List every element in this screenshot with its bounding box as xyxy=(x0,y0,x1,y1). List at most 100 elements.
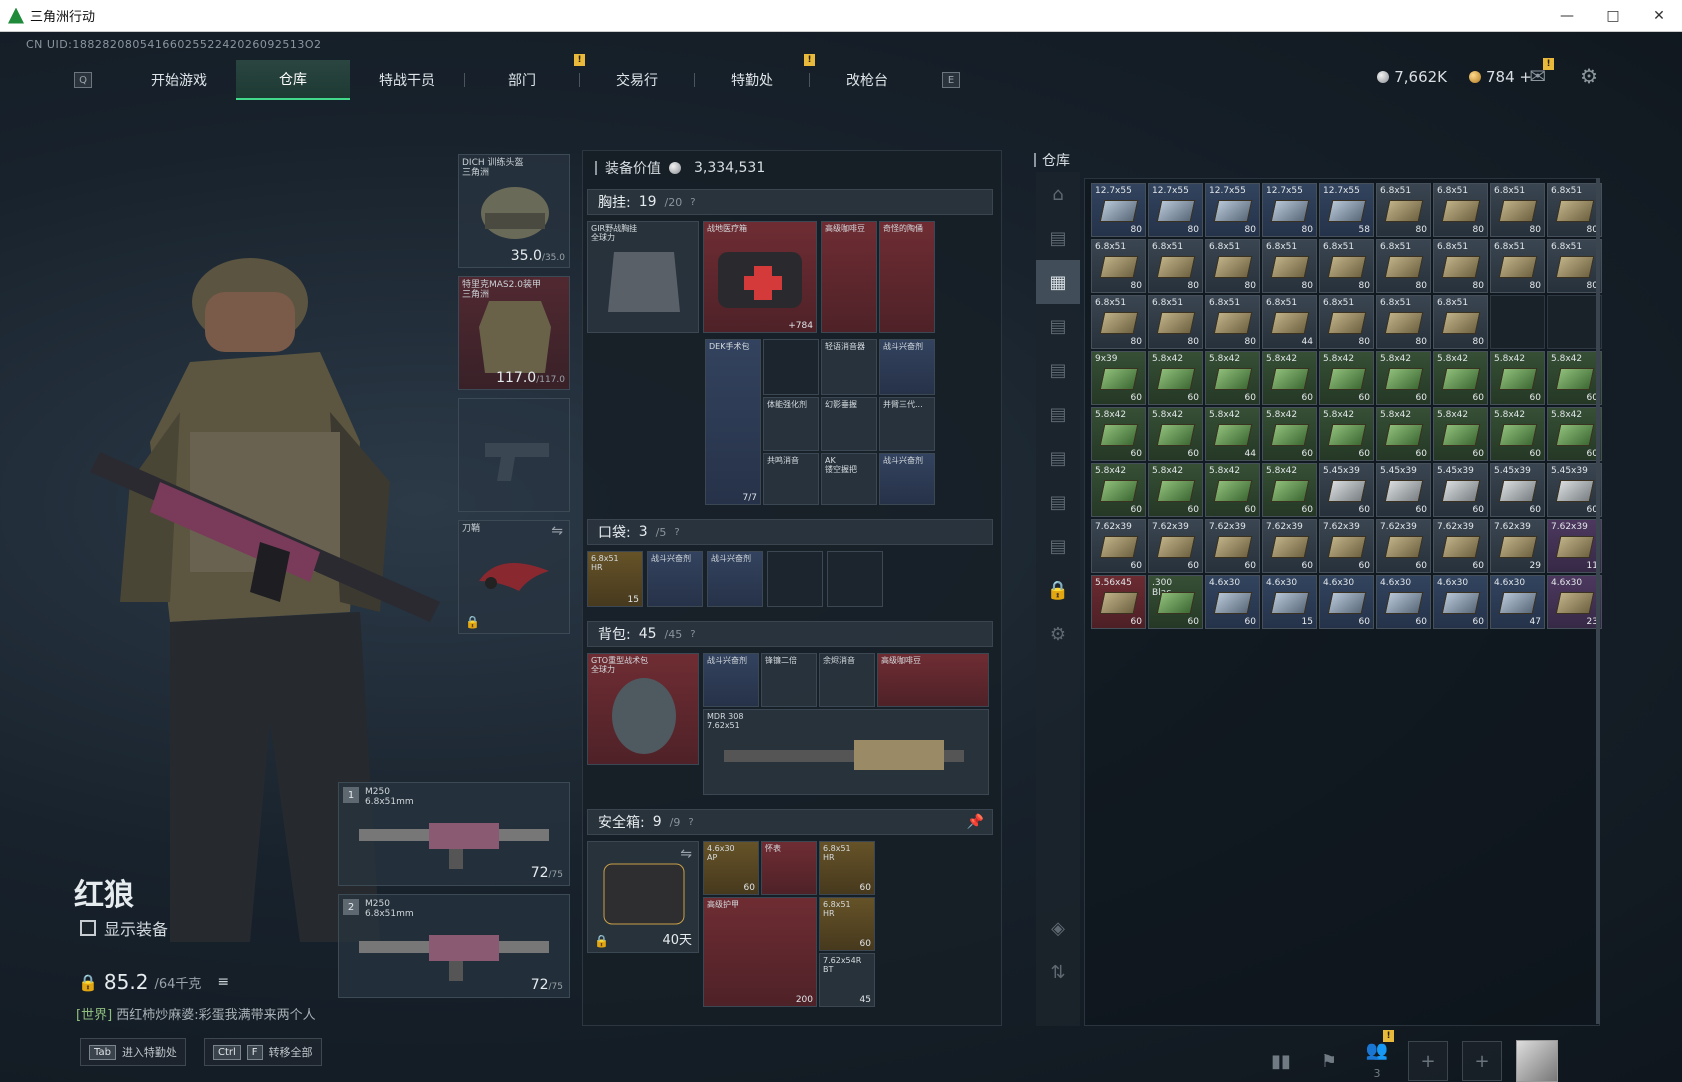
storage-item-ammo[interactable]: 6.8x51 80 xyxy=(1433,239,1488,293)
pocket-stimulant-item[interactable]: 战斗兴奋剂 xyxy=(647,551,703,607)
storage-item-ammo[interactable]: 5.8x42 60 xyxy=(1262,463,1317,517)
show-equipment-toggle[interactable]: 显示装备 xyxy=(80,916,168,940)
resonance-suppressor-item[interactable]: 共鸣消音 xyxy=(763,453,819,505)
storage-item-ammo[interactable]: 7.62x39 11 xyxy=(1547,519,1602,573)
storage-item-ammo[interactable]: 12.7x55 80 xyxy=(1148,183,1203,237)
storage-item-ammo[interactable]: 5.8x42 60 xyxy=(1376,351,1431,405)
squad-add-slot[interactable]: + xyxy=(1462,1041,1502,1081)
surgery-kit-item[interactable]: DEK手术包 7/7 xyxy=(705,339,761,505)
safe-ammo-item[interactable]: 6.8x51 HR 60 xyxy=(819,897,875,951)
show-equipment-checkbox[interactable] xyxy=(80,920,96,936)
storage-lock-icon[interactable]: 🔒 xyxy=(1036,568,1080,612)
storage-item-ammo[interactable]: 4.6x30 60 xyxy=(1319,575,1374,629)
storage-item-ammo[interactable]: 5.56x45 60 xyxy=(1091,575,1146,629)
pin-icon[interactable]: 📌 xyxy=(967,814,984,830)
storage-item-ammo[interactable]: 6.8x51 80 xyxy=(1490,183,1545,237)
storage-empty-slot[interactable] xyxy=(1490,295,1545,349)
storage-item-ammo[interactable]: 12.7x55 80 xyxy=(1262,183,1317,237)
storage-item-ammo[interactable]: 7.62x39 60 xyxy=(1319,519,1374,573)
storage-item-ammo[interactable]: 6.8x51 80 xyxy=(1091,239,1146,293)
storage-item-ammo[interactable]: 5.45x39 60 xyxy=(1490,463,1545,517)
storage-sort-icon[interactable]: ⇅ xyxy=(1036,950,1080,994)
storage-item-ammo[interactable]: 5.45x39 60 xyxy=(1547,463,1602,517)
storage-item-ammo[interactable]: 5.8x42 60 xyxy=(1319,407,1374,461)
safe-ammo-item[interactable]: 4.6x30 AP 60 xyxy=(703,841,759,895)
storage-item-ammo[interactable]: 5.8x42 60 xyxy=(1490,351,1545,405)
storage-item-ammo[interactable]: 6.8x51 80 xyxy=(1205,295,1260,349)
ak-grip-item[interactable]: AK 镂空握把 xyxy=(821,453,877,505)
suppressor-item[interactable]: 余烬消音 xyxy=(819,653,875,707)
storage-item-ammo[interactable]: 6.8x51 80 xyxy=(1148,239,1203,293)
storage-tab-8-icon[interactable]: ▤ xyxy=(1036,524,1080,568)
storage-item-ammo[interactable]: 12.7x55 58 xyxy=(1319,183,1374,237)
storage-item-ammo[interactable]: 4.6x30 60 xyxy=(1376,575,1431,629)
settings-gear-icon[interactable]: ⚙ xyxy=(1580,64,1598,88)
maximize-button[interactable]: □ xyxy=(1590,0,1636,32)
help-icon[interactable]: ? xyxy=(674,527,679,538)
nav-right-key[interactable]: E xyxy=(942,72,960,88)
storage-item-ammo[interactable]: 4.6x30 23 xyxy=(1547,575,1602,629)
coffee-beans-item[interactable]: 高级咖啡豆 xyxy=(821,221,877,333)
rifle-item[interactable]: MDR 308 7.62x51 xyxy=(703,709,989,795)
storage-item-ammo[interactable]: 6.8x51 80 xyxy=(1433,183,1488,237)
chest-rig-item[interactable]: GIR野战胸挂 全球力 xyxy=(587,221,699,333)
mail-icon[interactable]: ✉! xyxy=(1529,58,1555,88)
storage-item-ammo[interactable]: 5.8x42 60 xyxy=(1262,351,1317,405)
enter-special-ops-hint[interactable]: Tab 进入特勤处 xyxy=(80,1038,186,1066)
empty-slot[interactable] xyxy=(763,339,819,395)
storage-item-ammo[interactable]: 6.8x51 80 xyxy=(1376,295,1431,349)
world-chat[interactable]: [世界] 西红柿炒麻婆:彩蛋我满带来两个人 xyxy=(76,1004,316,1023)
storage-item-ammo[interactable]: 6.8x51 80 xyxy=(1205,239,1260,293)
storage-item-ammo[interactable]: 4.6x30 60 xyxy=(1205,575,1260,629)
storage-item-ammo[interactable]: 6.8x51 80 xyxy=(1490,239,1545,293)
storage-item-ammo[interactable]: 6.8x51 80 xyxy=(1547,183,1602,237)
stats-chart-icon[interactable]: ▮▮ xyxy=(1264,1051,1298,1072)
flag-icon[interactable]: ⚑ xyxy=(1312,1051,1346,1072)
pistol-slot[interactable] xyxy=(458,398,570,512)
storage-item-ammo[interactable]: 12.7x55 80 xyxy=(1091,183,1146,237)
storage-item-ammo[interactable]: 5.8x42 60 xyxy=(1376,407,1431,461)
help-icon[interactable]: ? xyxy=(688,817,693,828)
tab-warehouse[interactable]: 仓库 xyxy=(236,60,350,100)
storage-item-ammo[interactable]: 5.8x42 60 xyxy=(1547,407,1602,461)
tab-trading[interactable]: 交易行 xyxy=(580,60,694,100)
storage-item-ammo[interactable]: 5.45x39 60 xyxy=(1376,463,1431,517)
safe-ammo-item[interactable]: 6.8x51 HR 60 xyxy=(819,841,875,895)
storage-item-ammo[interactable]: 6.8x51 80 xyxy=(1091,295,1146,349)
storage-item-ammo[interactable]: 4.6x30 60 xyxy=(1433,575,1488,629)
pocket-stimulant-item[interactable]: 战斗兴奋剂 xyxy=(707,551,763,607)
list-icon[interactable]: ≡ xyxy=(217,974,229,990)
helmet-slot[interactable]: DICH 训练头盔 三角洲 35.0/35.0 xyxy=(458,154,570,268)
storage-item-ammo[interactable]: 7.62x39 60 xyxy=(1262,519,1317,573)
storage-tab-1-icon[interactable]: ▤ xyxy=(1036,216,1080,260)
storage-item-ammo[interactable]: 5.8x42 60 xyxy=(1091,463,1146,517)
pocket-ammo-item[interactable]: 6.8x51 HR 15 xyxy=(587,551,643,607)
swap-icon[interactable]: ⇋ xyxy=(680,846,692,862)
storage-item-ammo[interactable]: .300 Blac...60 xyxy=(1148,575,1203,629)
storage-item-ammo[interactable]: 5.8x42 60 xyxy=(1148,463,1203,517)
storage-item-ammo[interactable]: 7.62x39 29 xyxy=(1490,519,1545,573)
safe-ammo-item[interactable]: 7.62x54R BT 45 xyxy=(819,953,875,1007)
storage-item-ammo[interactable]: 9x39 60 xyxy=(1091,351,1146,405)
storage-item-ammo[interactable]: 7.62x39 60 xyxy=(1205,519,1260,573)
melee-slot[interactable]: 刀鞘 ⇋ 🔒 xyxy=(458,520,570,634)
safe-box-container[interactable]: 🔒 ⇋ 40天 xyxy=(587,841,699,953)
close-button[interactable]: ✕ xyxy=(1636,0,1682,32)
storage-item-ammo[interactable]: 7.62x39 60 xyxy=(1148,519,1203,573)
storage-item-ammo[interactable]: 5.8x42 60 xyxy=(1490,407,1545,461)
backpack-stimulant-item[interactable]: 战斗兴奋剂 xyxy=(703,653,759,707)
stamina-booster-item[interactable]: 体能强化剂 xyxy=(763,397,819,451)
tab-gunsmith[interactable]: 改枪台 xyxy=(810,60,924,100)
storage-tab-6-icon[interactable]: ▤ xyxy=(1036,436,1080,480)
storage-item-ammo[interactable]: 7.62x39 60 xyxy=(1376,519,1431,573)
storage-tab-all-icon[interactable]: ⌂ xyxy=(1036,172,1080,216)
storage-item-ammo[interactable]: 12.7x55 80 xyxy=(1205,183,1260,237)
minimize-button[interactable]: — xyxy=(1544,0,1590,32)
empty-slot[interactable] xyxy=(767,551,823,607)
storage-item-ammo[interactable]: 5.8x42 60 xyxy=(1205,351,1260,405)
storage-tab-3-icon[interactable]: ▤ xyxy=(1036,304,1080,348)
storage-item-ammo[interactable]: 7.62x39 60 xyxy=(1433,519,1488,573)
storage-item-ammo[interactable]: 5.45x39 60 xyxy=(1319,463,1374,517)
storage-empty-slot[interactable] xyxy=(1547,295,1602,349)
storage-item-ammo[interactable]: 6.8x51 44 xyxy=(1262,295,1317,349)
